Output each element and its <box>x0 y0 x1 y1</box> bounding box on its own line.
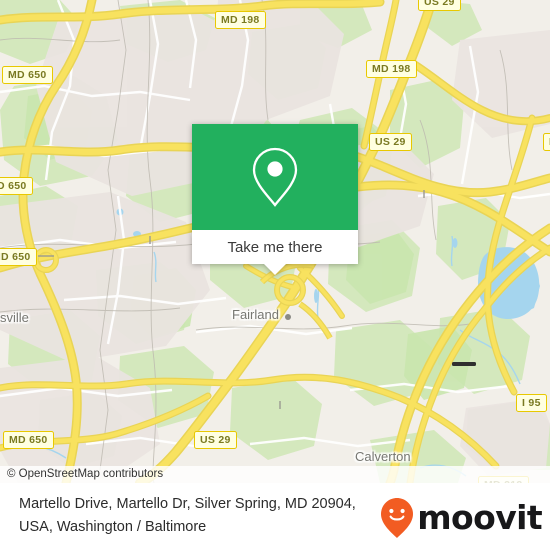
footer-bar: Martello Drive, Martello Dr, Silver Spri… <box>0 483 550 550</box>
osm-attribution: © OpenStreetMap contributors <box>0 466 550 483</box>
city-dot-fairland <box>285 314 291 320</box>
shield-us-29-mid: US 29 <box>369 133 412 151</box>
moovit-smiley-pin-icon <box>381 498 414 538</box>
map-canvas[interactable]: sville Fairland Calverton MD 198 MD 198 … <box>0 0 550 483</box>
moovit-logo[interactable]: moovit <box>379 497 543 539</box>
address-line-1: Martello Drive, Martello Dr, Silver Spri… <box>19 496 356 512</box>
shield-md-650-b: MD 650 <box>0 177 33 195</box>
popup-action-bar[interactable]: Take me there <box>192 230 358 275</box>
take-me-there-label: Take me there <box>227 238 323 256</box>
popup-tail-triangle <box>264 264 286 275</box>
shield-md-650-d: MD 650 <box>3 431 54 449</box>
shield-md-650-a: MD 650 <box>2 66 53 84</box>
shield-i-95: I 95 <box>516 394 547 412</box>
shield-edge-clipped: M <box>543 133 550 151</box>
moovit-wordmark: moovit <box>417 498 542 537</box>
address-text: Martello Drive, Martello Dr, Silver Spri… <box>19 493 409 539</box>
popup-pin-panel <box>192 124 358 230</box>
screenshot-root: sville Fairland Calverton MD 198 MD 198 … <box>0 0 550 550</box>
shield-us-29-bottom: US 29 <box>194 431 237 449</box>
location-pin-icon <box>252 147 298 207</box>
take-me-there-popup[interactable]: Take me there <box>192 124 358 275</box>
address-line-2: USA, Washington / Baltimore <box>19 519 207 535</box>
shield-md-198-top: MD 198 <box>215 11 266 29</box>
shield-md-650-c: MD 650 <box>0 248 37 266</box>
shield-us-29-top: US 29 <box>418 0 461 11</box>
shield-md-198-mid: MD 198 <box>366 60 417 78</box>
